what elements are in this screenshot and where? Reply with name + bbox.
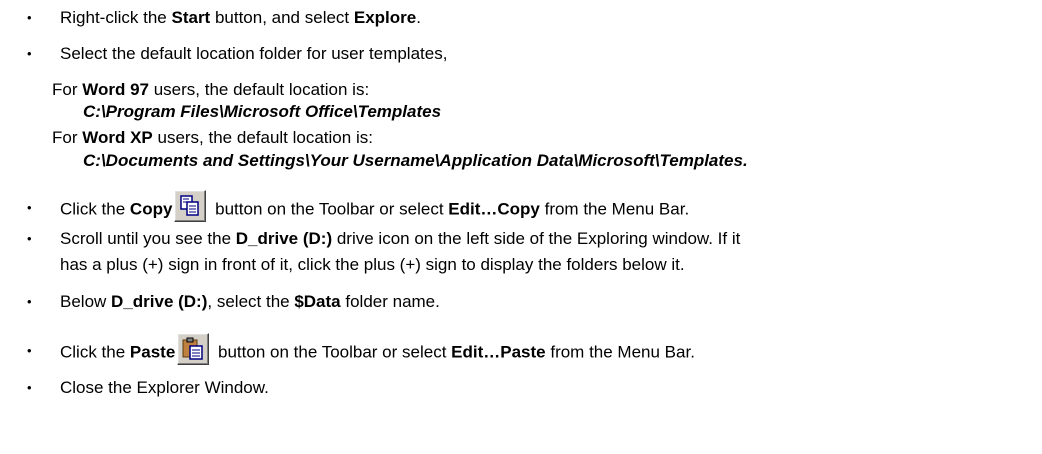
step-4-line-1: Scroll until you see the D_drive (D:) dr… bbox=[60, 229, 741, 248]
step-2-text: Select the default location folder for u… bbox=[60, 44, 448, 63]
step-4-line-2: has a plus (+) sign in front of it, clic… bbox=[60, 255, 685, 274]
paste-icon bbox=[182, 337, 204, 360]
wordxp-label: For Word XP users, the default location … bbox=[52, 128, 373, 147]
step-7-text: Close the Explorer Window. bbox=[60, 378, 269, 397]
paste-button[interactable] bbox=[177, 333, 210, 365]
bullet: • bbox=[27, 343, 32, 358]
step-3-text: Click the Copy button on the Toolbar or … bbox=[60, 190, 689, 222]
bullet: • bbox=[27, 231, 32, 246]
bullet: • bbox=[27, 10, 32, 25]
step-5-text: Below D_drive (D:), select the $Data fol… bbox=[60, 292, 440, 311]
bullet: • bbox=[27, 46, 32, 61]
step-1-text: Right-click the Start button, and select… bbox=[60, 8, 421, 27]
bullet: • bbox=[27, 294, 32, 309]
bullet: • bbox=[27, 380, 32, 395]
word97-path: C:\Program Files\Microsoft Office\Templa… bbox=[83, 102, 442, 121]
word97-label: For Word 97 users, the default location … bbox=[52, 80, 370, 99]
step-6-text: Click the Paste button on the Toolbar or… bbox=[60, 333, 695, 365]
bullet: • bbox=[27, 200, 32, 215]
copy-icon bbox=[180, 195, 200, 216]
wordxp-path: C:\Documents and Settings\Your Username\… bbox=[83, 151, 748, 170]
copy-button[interactable] bbox=[174, 190, 207, 222]
